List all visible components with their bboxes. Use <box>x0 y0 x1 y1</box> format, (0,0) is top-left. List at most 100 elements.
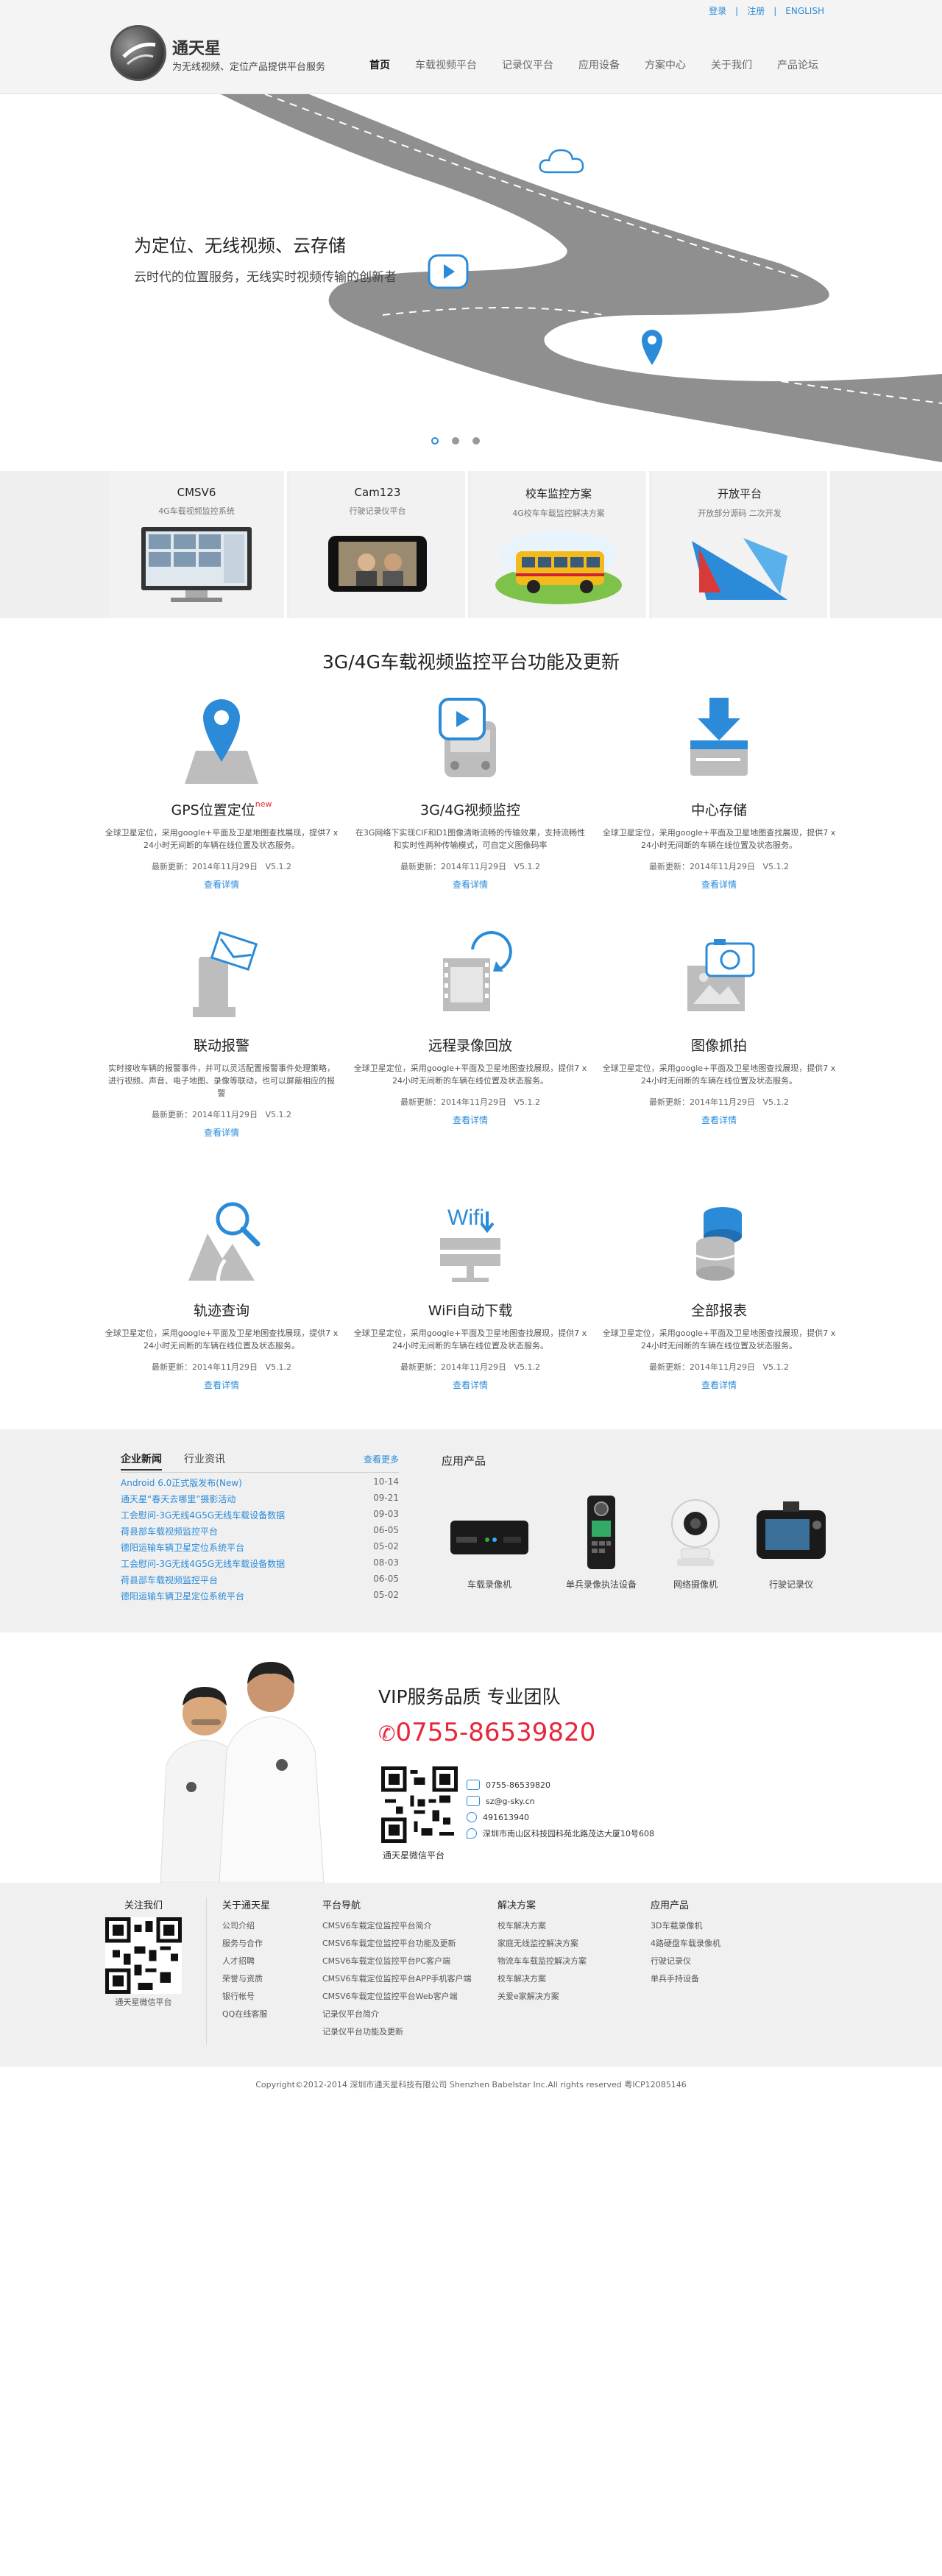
news-item[interactable]: 通天星“春天去哪里”摄影活动 09-21 <box>121 1493 399 1509</box>
feature-details-link[interactable]: 查看详情 <box>100 1379 343 1391</box>
footer-link[interactable]: 人才招聘 <box>222 1953 270 1970</box>
app-product-bodycam[interactable]: 单兵录像执法设备 <box>553 1493 649 1590</box>
view-more-link[interactable]: 查看更多 <box>364 1453 399 1465</box>
footer-link[interactable]: QQ在线客服 <box>222 2006 270 2023</box>
feature-name: 中心存储 <box>690 802 747 818</box>
feature-details-link[interactable]: 查看详情 <box>598 878 840 891</box>
open-platform-image <box>692 538 787 600</box>
divider <box>121 1472 399 1473</box>
hotline-number[interactable]: 0755-86539820 <box>395 1718 595 1747</box>
tab-company-news[interactable]: 企业新闻 <box>121 1451 162 1471</box>
footer-link[interactable]: 关爱e家解决方案 <box>497 1988 587 2006</box>
tab-industry-news[interactable]: 行业资讯 <box>184 1451 225 1471</box>
feature-meta: 最新更新：2014年11月29日 V5.1.2 <box>100 1108 343 1120</box>
footer-link[interactable]: 记录仪平台简介 <box>322 2006 471 2023</box>
footer-link[interactable]: 物流车车载监控解决方案 <box>497 1953 587 1970</box>
feature-version: V5.1.2 <box>762 1362 789 1372</box>
slider-dot-3[interactable] <box>472 437 480 445</box>
feature-version: V5.1.2 <box>514 862 540 871</box>
phone-image <box>328 536 427 592</box>
footer-link[interactable]: 公司介绍 <box>222 1917 270 1935</box>
logo[interactable] <box>110 25 166 81</box>
nav-item-recorder[interactable]: 记录仪平台 <box>502 57 553 72</box>
news-item[interactable]: 工会慰问-3G无线4G5G无线车载设备数据 09-03 <box>121 1509 399 1525</box>
feature-details-link[interactable]: 查看详情 <box>349 878 592 891</box>
news-title[interactable]: 荷县部车载视频监控平台 <box>121 1525 218 1541</box>
feature-updated: 最新更新：2014年11月29日 <box>400 1362 506 1372</box>
news-title[interactable]: Android 6.0正式版发布(New) <box>121 1476 242 1493</box>
product-card-cam123[interactable]: Cam123 行驶记录仪平台 <box>290 471 468 618</box>
brand-name: 通天星 <box>172 40 222 58</box>
news-list: Android 6.0正式版发布(New) 10-14 通天星“春天去哪里”摄影活… <box>121 1476 399 1606</box>
footer-link[interactable]: 服务与合作 <box>222 1935 270 1953</box>
app-product-dvr[interactable]: 车载录像机 <box>442 1493 537 1590</box>
footer-link[interactable]: 校车解决方案 <box>497 1970 587 1988</box>
footer-link[interactable]: CMSV6车载定位监控平台APP手机客户端 <box>322 1970 471 1988</box>
phone-icon <box>467 1780 480 1790</box>
footer-heading: 解决方案 <box>497 1900 536 1911</box>
footer-link[interactable]: 记录仪平台功能及更新 <box>322 2023 471 2041</box>
news-item[interactable]: Android 6.0正式版发布(New) 10-14 <box>121 1476 399 1493</box>
feature-card: GPS位置定位new 全球卫星定位，采用google+平面及卫星地图查找展现，提… <box>100 692 343 891</box>
footer-link[interactable]: 单兵手持设备 <box>651 1970 720 1988</box>
feature-description: 全球卫星定位，采用google+平面及卫星地图查找展现，提供7 x 24小时无间… <box>105 828 339 850</box>
news-item[interactable]: 荷县部车载视频监控平台 06-05 <box>121 1574 399 1590</box>
app-product-ipcam[interactable]: 网络摄像机 <box>648 1493 743 1590</box>
feature-meta: 最新更新：2014年11月29日 V5.1.2 <box>349 1096 592 1108</box>
feature-version: V5.1.2 <box>762 1097 789 1107</box>
product-card-cmsv6[interactable]: CMSV6 4G车载视频监控系统 <box>109 471 287 618</box>
news-item[interactable]: 德阳运输车辆卫星定位系统平台 05-02 <box>121 1541 399 1557</box>
nav-item-home[interactable]: 首页 <box>369 57 390 72</box>
footer-link[interactable]: 校车解决方案 <box>497 1917 587 1935</box>
news-title[interactable]: 德阳运输车辆卫星定位系统平台 <box>121 1590 244 1606</box>
english-link[interactable]: ENGLISH <box>785 6 824 16</box>
product-card-school-bus[interactable]: 校车监控方案 4G校车车载监控解决方案 <box>471 471 649 618</box>
feature-details-link[interactable]: 查看详情 <box>100 878 343 891</box>
feature-details-link[interactable]: 查看详情 <box>598 1379 840 1391</box>
news-title[interactable]: 通天星“春天去哪里”摄影活动 <box>121 1493 236 1509</box>
svg-text:Wifi: Wifi <box>447 1206 484 1230</box>
nav-item-forum[interactable]: 产品论坛 <box>777 57 818 72</box>
footer-link[interactable]: 3D车载录像机 <box>651 1917 720 1935</box>
footer-link[interactable]: CMSV6车载定位监控平台简介 <box>322 1917 471 1935</box>
footer-heading: 应用产品 <box>651 1900 690 1911</box>
monitor-image <box>141 527 252 602</box>
news-and-apps-section: 企业新闻 行业资讯 查看更多 Android 6.0正式版发布(New) 10-1… <box>0 1429 942 1632</box>
footer-link[interactable]: 4路硬盘车载录像机 <box>651 1935 720 1953</box>
play-video-icon[interactable] <box>427 253 470 293</box>
feature-version: V5.1.2 <box>265 1362 291 1372</box>
feature-details-link[interactable]: 查看详情 <box>598 1114 840 1126</box>
slider-dot-2[interactable] <box>452 437 459 445</box>
feature-details-link[interactable]: 查看详情 <box>349 1114 592 1126</box>
login-link[interactable]: 登录 <box>709 4 726 17</box>
register-link[interactable]: 注册 <box>747 4 765 17</box>
contact-text[interactable]: sz@g-sky.cn <box>486 1797 535 1806</box>
service-team-photo <box>160 1662 325 1883</box>
feature-name: 图像抓拍 <box>690 1038 747 1054</box>
feature-details-link[interactable]: 查看详情 <box>100 1126 343 1139</box>
footer-link[interactable]: 银行帐号 <box>222 1988 270 2006</box>
footer-link[interactable]: CMSV6车载定位监控平台PC客户端 <box>322 1953 471 1970</box>
product-card-open-platform[interactable]: 开放平台 开放部分源码 二次开发 <box>652 471 830 618</box>
footer-link[interactable]: 家庭无线监控解决方案 <box>497 1935 587 1953</box>
footer-link[interactable]: CMSV6车载定位监控平台Web客户端 <box>322 1988 471 2006</box>
nav-item-devices[interactable]: 应用设备 <box>578 57 620 72</box>
nav-item-vehicle-video[interactable]: 车载视频平台 <box>415 57 477 72</box>
location-icon <box>467 1828 477 1839</box>
news-title[interactable]: 荷县部车载视频监控平台 <box>121 1574 218 1590</box>
news-title[interactable]: 工会慰问-3G无线4G5G无线车载设备数据 <box>121 1557 285 1574</box>
nav-item-solutions[interactable]: 方案中心 <box>645 57 686 72</box>
news-title[interactable]: 德阳运输车辆卫星定位系统平台 <box>121 1541 244 1557</box>
vip-service-section: VIP服务品质 专业团队 ✆0755-86539820 通天星微信平台 0755… <box>0 1632 942 1883</box>
news-title[interactable]: 工会慰问-3G无线4G5G无线车载设备数据 <box>121 1509 285 1525</box>
app-product-dashcam[interactable]: 行驶记录仪 <box>743 1493 839 1590</box>
news-item[interactable]: 荷县部车载视频监控平台 06-05 <box>121 1525 399 1541</box>
footer-link[interactable]: CMSV6车载定位监控平台功能及更新 <box>322 1935 471 1953</box>
slider-dot-1[interactable] <box>431 437 439 445</box>
news-item[interactable]: 工会慰问-3G无线4G5G无线车载设备数据 08-03 <box>121 1557 399 1574</box>
news-item[interactable]: 德阳运输车辆卫星定位系统平台 05-02 <box>121 1590 399 1606</box>
footer-link[interactable]: 行驶记录仪 <box>651 1953 720 1970</box>
nav-item-about[interactable]: 关于我们 <box>711 57 752 72</box>
footer-link[interactable]: 荣誉与资质 <box>222 1970 270 1988</box>
feature-details-link[interactable]: 查看详情 <box>349 1379 592 1391</box>
